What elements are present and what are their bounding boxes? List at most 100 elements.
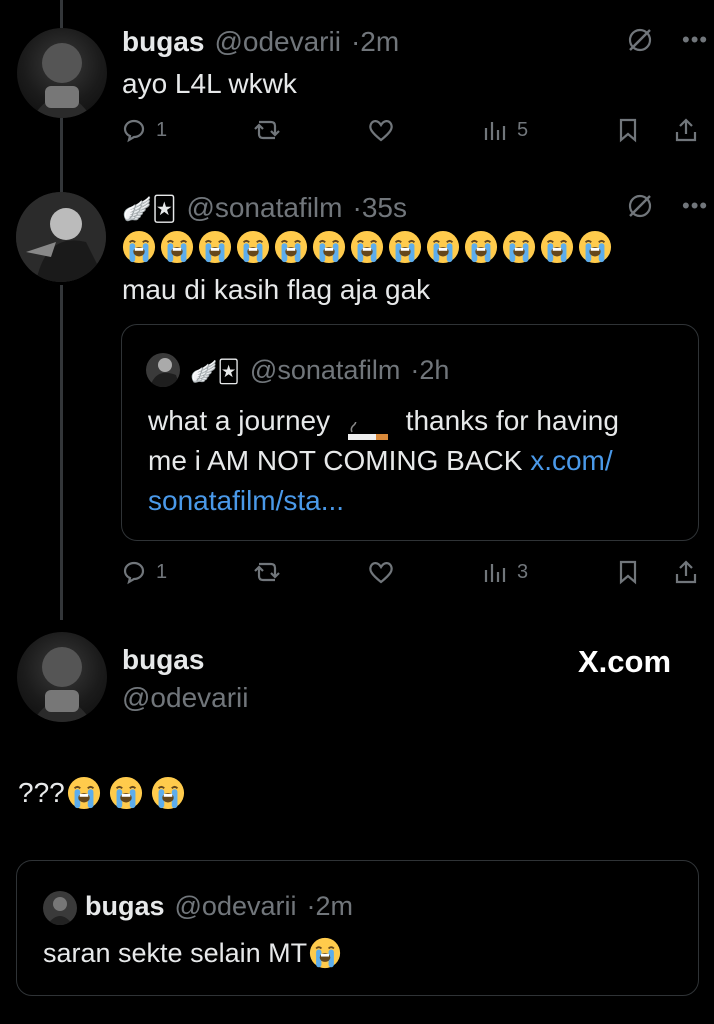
quote-handle: @sonatafilm bbox=[249, 355, 401, 385]
loudly-crying-face-emoji bbox=[312, 230, 346, 264]
share-icon[interactable] bbox=[672, 116, 700, 144]
quote-header: bugas @odevarii · 2m bbox=[85, 891, 353, 922]
loudly-crying-face-emoji bbox=[67, 776, 100, 810]
display-name[interactable]: bugas bbox=[122, 26, 204, 58]
loudly-crying-face-emoji bbox=[502, 230, 536, 264]
bookmark-share bbox=[614, 116, 700, 144]
bookmark-icon[interactable] bbox=[614, 116, 642, 144]
quote-link[interactable]: x.com/ bbox=[530, 445, 612, 476]
tweet-header: bugas @odevarii · 2m bbox=[122, 26, 399, 58]
cigarette-emoji bbox=[346, 413, 390, 440]
loudly-crying-face-emoji bbox=[274, 230, 308, 264]
main-handle[interactable]: @odevarii bbox=[122, 682, 248, 714]
quote-text-part: what a journey bbox=[148, 405, 331, 436]
quote-name: bugas bbox=[85, 891, 165, 921]
quote-avatar bbox=[146, 353, 180, 387]
repost-button[interactable] bbox=[253, 558, 281, 586]
quote-text: saran sekte selain MT bbox=[43, 937, 341, 969]
quote-header: 🪽🃏 @sonatafilm · 2h bbox=[190, 355, 449, 386]
dot-separator: · bbox=[410, 355, 420, 385]
views-button[interactable]: 3 bbox=[481, 558, 528, 586]
timestamp[interactable]: 2m bbox=[360, 26, 399, 58]
quote-link[interactable]: sonatafilm/sta... bbox=[148, 485, 344, 516]
share-icon[interactable] bbox=[672, 558, 700, 586]
loudly-crying-face-emoji bbox=[122, 230, 156, 264]
quoted-tweet[interactable]: 🪽🃏 @sonatafilm · 2h what a journey thank… bbox=[121, 324, 699, 541]
quote-avatar bbox=[43, 891, 77, 925]
dot-separator: · bbox=[306, 891, 316, 921]
thread-line bbox=[60, 285, 63, 620]
like-button[interactable] bbox=[367, 558, 395, 586]
repost-icon bbox=[254, 120, 280, 140]
more-icon[interactable]: ••• bbox=[682, 193, 708, 219]
repost-button[interactable] bbox=[253, 116, 281, 144]
reply-icon bbox=[123, 119, 145, 143]
handle[interactable]: @odevarii bbox=[214, 26, 340, 58]
tweet-text: mau di kasih flag aja gak bbox=[122, 274, 431, 305]
loudly-crying-face-emoji bbox=[540, 230, 574, 264]
quote-text: what a journey thanks for having me i AM… bbox=[148, 401, 619, 521]
views-icon bbox=[484, 122, 506, 140]
quote-timestamp: 2h bbox=[419, 355, 450, 385]
quote-emoji bbox=[309, 937, 341, 969]
loudly-crying-face-emoji bbox=[198, 230, 232, 264]
views-count: 3 bbox=[516, 560, 529, 583]
tweet-top-icons: ••• bbox=[626, 192, 708, 220]
reply-count: 1 bbox=[156, 118, 168, 141]
views-icon bbox=[484, 564, 506, 582]
loudly-crying-face-emoji bbox=[160, 230, 194, 264]
tweet-header: 🪽🃏 @sonatafilm · 35s bbox=[122, 192, 407, 224]
main-text: ??? bbox=[18, 776, 185, 810]
main-text-content: ??? bbox=[18, 777, 65, 808]
loudly-crying-face-emoji bbox=[309, 937, 341, 969]
avatar[interactable] bbox=[16, 192, 106, 282]
quote-text-content: saran sekte selain MT bbox=[43, 937, 308, 968]
dot-separator: · bbox=[350, 26, 361, 57]
emoji-row bbox=[122, 230, 612, 264]
quoted-tweet[interactable]: bugas @odevarii · 2m saran sekte selain … bbox=[16, 860, 699, 996]
thread-line bbox=[60, 118, 63, 192]
loudly-crying-face-emoji bbox=[350, 230, 384, 264]
like-button[interactable] bbox=[367, 116, 395, 144]
display-name-emoji[interactable]: 🪽🃏 bbox=[122, 195, 176, 224]
tweet-top-icons: ••• bbox=[626, 26, 708, 54]
action-bar: 1 5 bbox=[120, 116, 700, 144]
loudly-crying-face-emoji bbox=[464, 230, 498, 264]
loudly-crying-face-emoji bbox=[426, 230, 460, 264]
thread-line bbox=[60, 0, 63, 28]
main-display-name[interactable]: bugas bbox=[122, 644, 204, 676]
heart-icon bbox=[369, 120, 393, 142]
timestamp[interactable]: 35s bbox=[362, 192, 407, 224]
bookmark-icon[interactable] bbox=[614, 558, 642, 586]
loudly-crying-face-emoji bbox=[578, 230, 612, 264]
avatar[interactable] bbox=[17, 28, 107, 118]
quote-text-part: thanks for having bbox=[405, 405, 619, 436]
repost-icon bbox=[254, 562, 280, 582]
grok-icon[interactable] bbox=[626, 192, 654, 220]
views-button[interactable]: 5 bbox=[481, 116, 528, 144]
main-emojis bbox=[67, 776, 185, 810]
more-icon[interactable]: ••• bbox=[682, 27, 708, 53]
avatar[interactable] bbox=[17, 632, 107, 722]
handle[interactable]: @sonatafilm bbox=[186, 192, 342, 224]
bookmark-share bbox=[614, 558, 700, 586]
site-logo: X.com bbox=[578, 644, 672, 679]
quote-timestamp: 2m bbox=[315, 891, 353, 921]
heart-icon bbox=[369, 562, 393, 584]
dot-separator: · bbox=[352, 192, 362, 223]
quote-handle: @odevarii bbox=[174, 891, 297, 921]
reply-count: 1 bbox=[156, 560, 168, 583]
grok-icon[interactable] bbox=[626, 26, 654, 54]
quote-text-part: me i AM NOT COMING BACK bbox=[148, 445, 523, 476]
quote-name-emoji: 🪽🃏 bbox=[190, 359, 240, 384]
tweet-text: ayo L4L wkwk bbox=[122, 68, 297, 99]
reply-icon bbox=[123, 561, 145, 585]
loudly-crying-face-emoji bbox=[236, 230, 270, 264]
reply-button[interactable]: 1 bbox=[120, 558, 167, 586]
action-bar: 1 3 bbox=[120, 558, 700, 586]
reply-button[interactable]: 1 bbox=[120, 116, 167, 144]
views-count: 5 bbox=[516, 118, 529, 141]
loudly-crying-face-emoji bbox=[388, 230, 422, 264]
loudly-crying-face-emoji bbox=[151, 776, 184, 810]
loudly-crying-face-emoji bbox=[109, 776, 142, 810]
